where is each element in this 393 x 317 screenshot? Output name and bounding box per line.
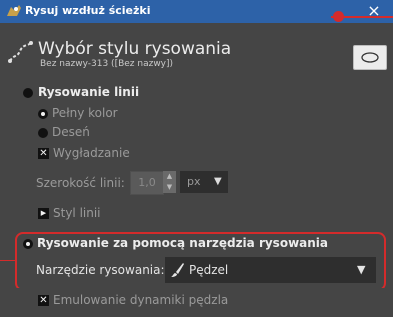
line-width-stepper[interactable]: ▲ ▼: [163, 171, 176, 193]
increment-icon[interactable]: ▲: [163, 171, 176, 182]
antialias-checkbox[interactable]: ✕: [38, 148, 49, 159]
stroke-path-icon: [8, 41, 33, 63]
paint-tool-select[interactable]: Pędzel ▼: [165, 257, 376, 283]
decrement-icon[interactable]: ▼: [163, 182, 176, 193]
line-width-unit-select[interactable]: px ▼: [180, 171, 228, 193]
lasso-path-preview: [353, 45, 387, 70]
annotation-dot-top: [333, 11, 344, 22]
emulate-dynamics-checkbox[interactable]: ✕: [38, 295, 49, 306]
annotation-line-left: [0, 260, 16, 261]
gimp-icon: [7, 5, 21, 16]
radio-solid-color[interactable]: [38, 109, 48, 119]
line-style-expander-label[interactable]: Styl linii: [53, 206, 101, 220]
paintbrush-icon: [171, 263, 184, 277]
radio-pattern[interactable]: [38, 128, 48, 138]
emulate-dynamics-label[interactable]: Emulowanie dynamiki pędzla: [53, 293, 228, 307]
lasso-path-icon: [361, 52, 379, 63]
antialias-label[interactable]: Wygładzanie: [53, 146, 130, 160]
stroke-path-dialog: Rysuj wzdłuż ścieżki × Wybór stylu rysow…: [0, 0, 393, 317]
line-style-expander-icon[interactable]: ▶: [38, 208, 49, 219]
line-width-input[interactable]: 1,0: [130, 171, 164, 195]
solid-color-label[interactable]: Pełny kolor: [52, 106, 118, 120]
line-width-label: Szerokość linii:: [36, 176, 125, 190]
radio-stroke-line[interactable]: [23, 88, 33, 98]
stroke-with-tool-label[interactable]: Rysowanie za pomocą narzędzia rysowania: [37, 236, 328, 250]
stroke-line-label[interactable]: Rysowanie linii: [38, 85, 139, 99]
chevron-down-icon: ▼: [214, 176, 222, 187]
unit-value: px: [187, 175, 201, 188]
dialog-heading: Wybór stylu rysowania: [38, 39, 232, 59]
chevron-down-icon: ▼: [357, 263, 366, 276]
pattern-label[interactable]: Deseń: [52, 125, 90, 139]
window-title: Rysuj wzdłuż ścieżki: [25, 4, 151, 17]
image-subtitle: Bez nazwy-313 ([Bez nazwy]): [40, 59, 174, 69]
radio-stroke-with-tool[interactable]: [23, 239, 33, 249]
paint-tool-value: Pędzel: [189, 263, 229, 277]
paint-tool-label: Narzędzie rysowania:: [36, 263, 165, 277]
